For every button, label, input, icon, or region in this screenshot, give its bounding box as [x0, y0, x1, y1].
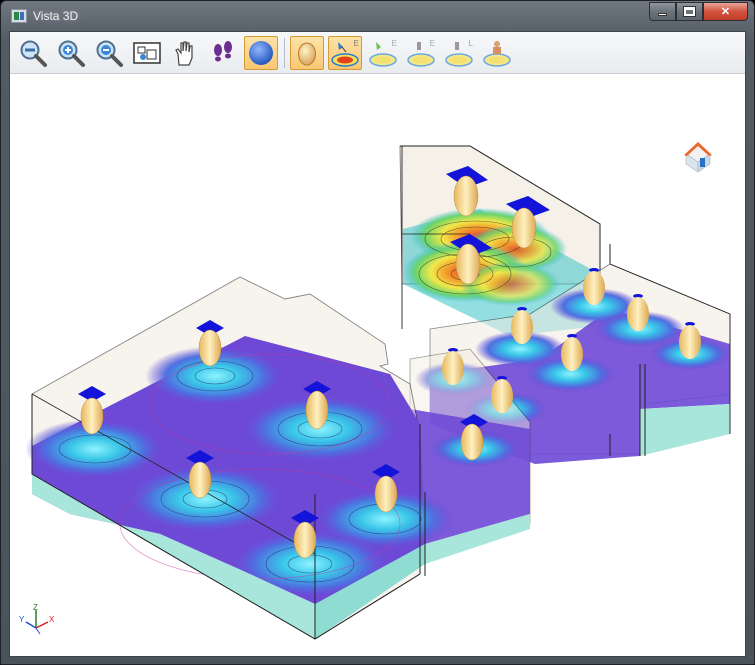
- zoom-extents-button[interactable]: [130, 36, 164, 70]
- axis-gizmo: Z X Y: [19, 603, 55, 635]
- luminaire-solid-button[interactable]: [290, 36, 324, 70]
- title-bar[interactable]: Vista 3D ✕: [1, 1, 754, 31]
- maximize-icon: [683, 6, 696, 17]
- 3d-scene: [25, 145, 731, 640]
- pan-button[interactable]: [168, 36, 202, 70]
- isolines-person-button[interactable]: [480, 36, 514, 70]
- zoom-in-icon: [58, 40, 85, 67]
- pan-hand-icon: [175, 41, 193, 66]
- walk-button[interactable]: [206, 36, 240, 70]
- render-mode-button[interactable]: [244, 36, 278, 70]
- app-icon: [11, 9, 27, 23]
- window-controls: ✕: [649, 2, 748, 22]
- toolbar-separator: [284, 38, 285, 68]
- app-window: Vista 3D ✕ E E E L Z X Y: [0, 0, 755, 665]
- isolines-e-label: E: [353, 39, 359, 48]
- zoom-out-button[interactable]: [92, 36, 126, 70]
- main-room: [25, 276, 455, 640]
- close-button[interactable]: ✕: [703, 2, 748, 21]
- toolbar: E E E L: [10, 32, 745, 74]
- isolines-e-alt-button[interactable]: E: [366, 36, 400, 70]
- minimize-icon: [658, 13, 667, 16]
- axis-y-label: Y: [19, 615, 25, 624]
- walk-footprints-icon: [214, 41, 232, 62]
- isolines-l-button[interactable]: L: [442, 36, 476, 70]
- close-icon: ✕: [720, 6, 731, 18]
- client-area: E E E L Z X Y: [9, 31, 746, 657]
- luminaire-solid-icon: [298, 42, 316, 66]
- minimize-button[interactable]: [649, 2, 676, 21]
- axis-z-label: Z: [33, 603, 38, 612]
- isolines-e-button[interactable]: E: [328, 36, 362, 70]
- zoom-window-button[interactable]: [16, 36, 50, 70]
- 3d-viewport[interactable]: Z X Y: [10, 74, 745, 656]
- axis-x-label: X: [49, 615, 55, 624]
- window-title: Vista 3D: [33, 9, 79, 23]
- maximize-button[interactable]: [676, 2, 703, 21]
- isolines-l-label: L: [468, 39, 473, 48]
- zoom-window-icon: [20, 40, 47, 67]
- zoom-out-icon: [96, 40, 123, 67]
- isolines-e-lamp-label: E: [429, 39, 435, 48]
- isolines-e-alt-label: E: [391, 39, 397, 48]
- isolines-e-lamp-button[interactable]: E: [404, 36, 438, 70]
- zoom-extents-icon: [133, 42, 161, 64]
- sphere-render-icon: [249, 41, 273, 65]
- home-view-cube-icon[interactable]: [680, 138, 716, 174]
- isolines-person-icon: [483, 41, 511, 67]
- zoom-in-button[interactable]: [54, 36, 88, 70]
